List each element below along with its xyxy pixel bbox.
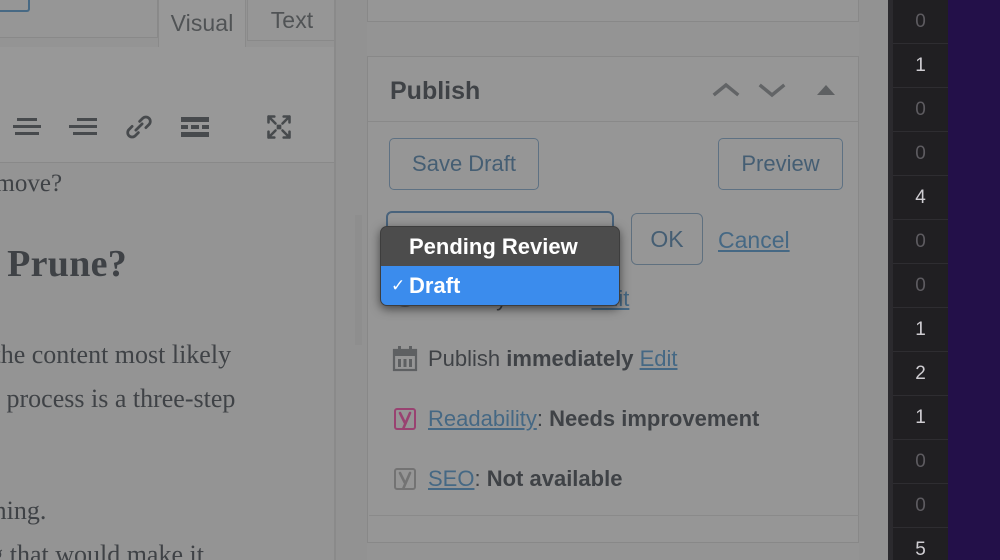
- schedule-edit-link[interactable]: Edit: [640, 346, 678, 371]
- strip-cell: 2: [893, 352, 948, 396]
- readability-label: Readability: Needs improvement: [428, 406, 760, 431]
- editor-toolbar: [0, 47, 336, 163]
- strip-cell: 1: [893, 44, 948, 88]
- content-line: ng process is a three-step: [0, 384, 236, 413]
- read-more-icon[interactable]: [172, 104, 218, 150]
- strip-cell: 0: [893, 0, 948, 44]
- status-dropdown-menu: Pending Review ✓ Draft: [380, 226, 620, 306]
- editor-panel-edge: [334, 0, 336, 560]
- editor-title-box: [0, 0, 158, 38]
- schedule-row: Publish immediately Edit: [368, 329, 860, 389]
- strip-cell: 1: [893, 308, 948, 352]
- chevron-down-icon[interactable]: [754, 74, 790, 106]
- chevron-up-icon[interactable]: [708, 74, 744, 106]
- strip-cell: 0: [893, 88, 948, 132]
- strip-cell: 4: [893, 176, 948, 220]
- readability-row: Readability: Needs improvement: [368, 389, 860, 449]
- accent-panel: [948, 0, 1000, 560]
- strip-cell: 0: [893, 264, 948, 308]
- align-right-icon[interactable]: [60, 104, 106, 150]
- dropdown-option-draft[interactable]: ✓ Draft: [381, 266, 619, 305]
- seo-row: SEO: Not available: [368, 449, 860, 509]
- yoast-icon-gray: [382, 465, 428, 493]
- tab-text[interactable]: Text: [247, 0, 336, 41]
- divider: [369, 515, 859, 516]
- publish-metabox-header: Publish: [368, 57, 858, 122]
- ok-button[interactable]: OK: [631, 213, 703, 265]
- dropdown-option-label: Draft: [409, 272, 461, 298]
- scrollbar[interactable]: [355, 215, 362, 345]
- calendar-icon: [382, 345, 428, 373]
- dropdown-option-pending-review[interactable]: Pending Review: [381, 227, 619, 266]
- number-strip: 0100400121005: [893, 0, 948, 560]
- strip-cell: 0: [893, 484, 948, 528]
- tab-visual[interactable]: Visual: [158, 0, 246, 47]
- schedule-label: Publish immediately Edit: [428, 346, 678, 371]
- content-line: runing.: [0, 496, 47, 525]
- strip-cell: 5: [893, 528, 948, 560]
- triangle-up-icon[interactable]: [808, 74, 844, 106]
- editor-content-area[interactable]: remove? o Prune? g the content most like…: [0, 164, 336, 560]
- readability-link[interactable]: Readability: [428, 406, 537, 431]
- cancel-link[interactable]: Cancel: [718, 227, 790, 254]
- screen-root: Visual Text move? Prune? he content most…: [0, 0, 1000, 560]
- sidebar-upper-box: [367, 0, 859, 22]
- page-title: Publish: [390, 77, 481, 105]
- publish-action-row: Save Draft Preview: [368, 122, 858, 206]
- title-field-focus-edge: [0, 0, 30, 12]
- content-line: ing that would make it: [0, 540, 204, 560]
- post-editor-column: Visual Text move? Prune? he content most…: [0, 0, 336, 560]
- strip-cell: 0: [893, 220, 948, 264]
- yoast-icon-red: [382, 405, 428, 433]
- strip-cell: 0: [893, 132, 948, 176]
- fullscreen-icon[interactable]: [256, 104, 302, 150]
- seo-link[interactable]: SEO: [428, 466, 474, 491]
- seo-label: SEO: Not available: [428, 466, 623, 491]
- strip-cell: 1: [893, 396, 948, 440]
- content-line: g the content most likely: [0, 340, 232, 369]
- editor-mode-tabs: Visual Text: [0, 0, 336, 47]
- align-center-icon[interactable]: [4, 104, 50, 150]
- content-heading: o Prune?: [0, 243, 128, 285]
- dropdown-option-label: Pending Review: [409, 233, 578, 259]
- content-line: remove?: [0, 170, 63, 197]
- check-icon: ✓: [391, 275, 406, 295]
- preview-button[interactable]: Preview: [718, 138, 843, 190]
- save-draft-button[interactable]: Save Draft: [389, 138, 539, 190]
- strip-cell: 0: [893, 440, 948, 484]
- link-icon[interactable]: [116, 104, 162, 150]
